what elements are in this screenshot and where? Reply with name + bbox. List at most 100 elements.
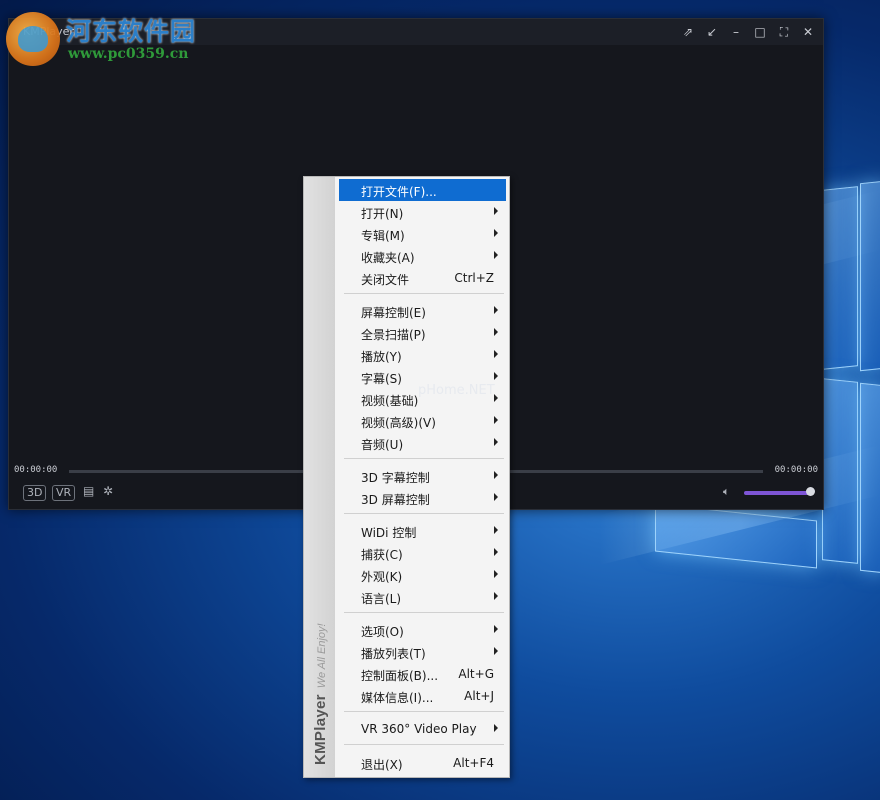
submenu-arrow-icon (494, 592, 498, 600)
submenu-arrow-icon (494, 372, 498, 380)
context-menu: KMPlayer We All Enjoy! 打开文件(F)... 打开(N) 专… (303, 176, 510, 778)
menu-separator (344, 293, 504, 294)
maximize-icon[interactable]: □ (751, 23, 769, 41)
fullscreen-icon[interactable]: ⛶ (775, 23, 793, 41)
menu-item-language[interactable]: 语言(L) (339, 586, 506, 608)
volume-icon[interactable]: 🔈︎ (723, 485, 730, 499)
menu-item-label: 媒体信息(I)... (361, 691, 434, 705)
menu-item-label: 收藏夹(A) (361, 251, 415, 265)
menu-item-label: 播放(Y) (361, 350, 402, 364)
submenu-arrow-icon (494, 306, 498, 314)
minimize-icon[interactable]: – (727, 23, 745, 41)
menu-item-label: 外观(K) (361, 570, 403, 584)
menu-item-playlist[interactable]: 播放列表(T) (339, 641, 506, 663)
menu-item-label: 专辑(M) (361, 229, 405, 243)
windows-logo-pane (860, 180, 880, 372)
submenu-arrow-icon (494, 328, 498, 336)
time-elapsed: 00:00:00 (14, 465, 58, 475)
submenu-arrow-icon (494, 438, 498, 446)
menu-item-3d-screen-control[interactable]: 3D 屏幕控制 (339, 487, 506, 509)
submenu-arrow-icon (494, 493, 498, 501)
menu-item-label: 3D 字幕控制 (361, 471, 430, 485)
menu-item-open-file[interactable]: 打开文件(F)... (339, 179, 506, 201)
menu-sidebar: KMPlayer We All Enjoy! (304, 177, 335, 777)
menu-item-exit[interactable]: 退出(X) Alt+F4 (339, 752, 506, 774)
menu-item-label: WiDi 控制 (361, 526, 417, 540)
menu-item-options[interactable]: 选项(O) (339, 619, 506, 641)
menu-item-vr-360-video-play[interactable]: VR 360° Video Play (339, 718, 506, 740)
gear-icon[interactable]: ✲ (103, 484, 113, 498)
menu-item-label: 屏幕控制(E) (361, 306, 426, 320)
windows-logo-pane (822, 378, 858, 564)
submenu-arrow-icon (494, 350, 498, 358)
watermark-overlay-text: pHome.NET (418, 383, 495, 398)
menu-item-screen-control[interactable]: 屏幕控制(E) (339, 300, 506, 322)
volume-knob[interactable] (806, 487, 815, 496)
menu-separator (344, 458, 504, 459)
submenu-arrow-icon (494, 207, 498, 215)
submenu-arrow-icon (494, 416, 498, 424)
submenu-arrow-icon (494, 548, 498, 556)
menu-separator (344, 513, 504, 514)
close-icon[interactable]: ✕ (799, 23, 817, 41)
menu-item-shortcut: Alt+J (464, 689, 494, 703)
menu-item-label: 3D 屏幕控制 (361, 493, 430, 507)
menu-item-media-info[interactable]: 媒体信息(I)... Alt+J (339, 685, 506, 707)
menu-item-label: 关闭文件 (361, 273, 410, 287)
menu-item-audio[interactable]: 音频(U) (339, 432, 506, 454)
menu-item-skin[interactable]: 外观(K) (339, 564, 506, 586)
menu-item-3d-subtitle-control[interactable]: 3D 字幕控制 (339, 465, 506, 487)
watermark-url: www.pc0359.cn (68, 46, 189, 62)
menu-item-close-file[interactable]: 关闭文件 Ctrl+Z (339, 267, 506, 289)
submenu-arrow-icon (494, 625, 498, 633)
menu-brand: KMPlayer We All Enjoy! (310, 623, 329, 765)
menu-item-label: 全景扫描(P) (361, 328, 426, 342)
vr-button[interactable]: VR (52, 485, 76, 501)
menu-item-label: 视频(高级)(V) (361, 416, 436, 430)
playlist-icon[interactable]: ▤ (83, 484, 94, 498)
menu-item-capture[interactable]: 捕获(C) (339, 542, 506, 564)
menu-item-label: 视频(基础) (361, 394, 419, 408)
menu-item-playback[interactable]: 播放(Y) (339, 344, 506, 366)
menu-item-label: 退出(X) (361, 758, 403, 772)
submenu-arrow-icon (494, 724, 498, 732)
pin-icon[interactable]: ⇗ (679, 23, 697, 41)
submenu-arrow-icon (494, 471, 498, 479)
menu-item-shortcut: Alt+G (458, 667, 494, 681)
volume-slider[interactable] (744, 491, 812, 495)
submenu-arrow-icon (494, 647, 498, 655)
menu-item-label: 控制面板(B)... (361, 669, 439, 683)
menu-item-open[interactable]: 打开(N) (339, 201, 506, 223)
restore-small-icon[interactable]: ↙ (703, 23, 721, 41)
watermark-logo (6, 12, 60, 66)
windows-logo-pane (860, 382, 880, 574)
menu-item-video-advanced[interactable]: 视频(高级)(V) (339, 410, 506, 432)
menu-item-favorites[interactable]: 收藏夹(A) (339, 245, 506, 267)
menu-separator (344, 711, 504, 712)
submenu-arrow-icon (494, 570, 498, 578)
menu-item-label: 选项(O) (361, 625, 404, 639)
menu-item-shortcut: Alt+F4 (453, 756, 494, 770)
menu-item-shortcut: Ctrl+Z (454, 271, 494, 285)
menu-item-widi-control[interactable]: WiDi 控制 (339, 520, 506, 542)
menu-item-label: 音频(U) (361, 438, 404, 452)
menu-brand-name: KMPlayer (312, 694, 329, 765)
menu-item-label: VR 360° Video Play (361, 722, 477, 736)
menu-item-label: 打开文件(F)... (361, 185, 437, 199)
menu-separator (344, 612, 504, 613)
menu-brand-tagline: We All Enjoy! (316, 623, 328, 689)
submenu-arrow-icon (494, 526, 498, 534)
menu-separator (344, 744, 504, 745)
menu-item-label: 播放列表(T) (361, 647, 426, 661)
menu-item-label: 捕获(C) (361, 548, 403, 562)
menu-item-label: 语言(L) (361, 592, 402, 606)
submenu-arrow-icon (494, 229, 498, 237)
menu-item-label: 打开(N) (361, 207, 404, 221)
menu-item-pan-scan[interactable]: 全景扫描(P) (339, 322, 506, 344)
3d-button[interactable]: 3D (23, 485, 47, 501)
windows-logo-pane (822, 186, 858, 370)
menu-item-album[interactable]: 专辑(M) (339, 223, 506, 245)
watermark-title: 河东软件园 (66, 17, 197, 46)
menu-item-control-panel[interactable]: 控制面板(B)... Alt+G (339, 663, 506, 685)
submenu-arrow-icon (494, 251, 498, 259)
